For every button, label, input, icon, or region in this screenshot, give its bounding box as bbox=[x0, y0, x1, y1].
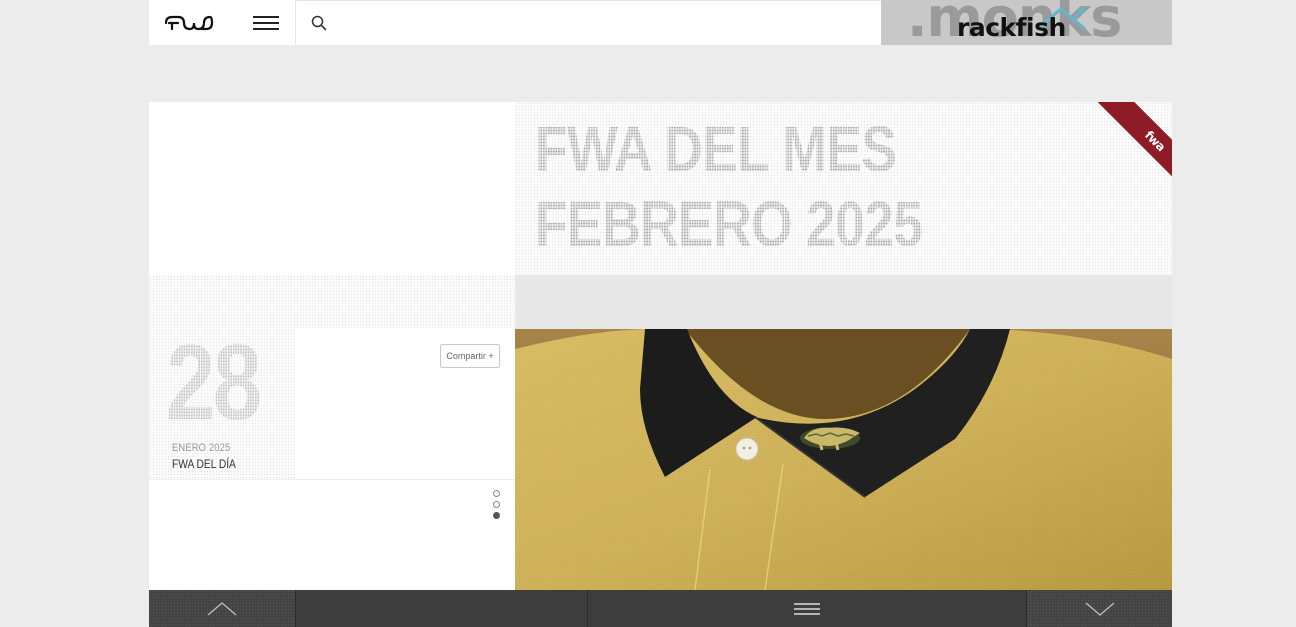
pager-dot-active[interactable] bbox=[493, 512, 500, 519]
top-bar: .monks rackfish bbox=[149, 0, 1172, 45]
pager-dot[interactable] bbox=[493, 490, 500, 497]
next-button[interactable] bbox=[1027, 590, 1172, 627]
menu-toggle-button[interactable] bbox=[588, 590, 1027, 627]
search-icon[interactable] bbox=[311, 15, 327, 31]
gray-strip bbox=[515, 275, 1172, 329]
fwa-logo-icon[interactable] bbox=[164, 15, 214, 31]
polo-shirt-illustration bbox=[515, 329, 1172, 590]
logo-cell bbox=[149, 0, 296, 45]
hamburger-icon[interactable] bbox=[253, 15, 279, 30]
hamburger-icon bbox=[794, 602, 820, 615]
bottom-bar-spacer bbox=[296, 590, 588, 627]
slide-pager bbox=[493, 490, 500, 519]
search-input[interactable] bbox=[337, 3, 881, 43]
search-bar bbox=[296, 0, 881, 45]
ribbon-logo-icon: fwa bbox=[1141, 127, 1169, 155]
feature-title-area: FWA DEL MES FEBRERO 2025 fwa bbox=[515, 102, 1172, 275]
hero-image[interactable] bbox=[515, 329, 1172, 590]
day-label: FWA DEL DÍA bbox=[172, 457, 236, 471]
share-button[interactable]: Compartir + bbox=[440, 344, 500, 368]
share-cell: Compartir + bbox=[295, 328, 515, 479]
left-top-panel bbox=[149, 102, 515, 275]
bottom-bar bbox=[149, 590, 1172, 627]
feature-title-line-1: FWA DEL MES bbox=[535, 113, 897, 185]
pager-dot[interactable] bbox=[493, 501, 500, 508]
chevron-up-icon bbox=[207, 601, 237, 616]
day-month: ENERO 2025 bbox=[172, 442, 231, 454]
pager-cell bbox=[149, 479, 515, 590]
sponsor-banner[interactable]: .monks rackfish bbox=[881, 0, 1172, 45]
previous-button[interactable] bbox=[149, 590, 296, 627]
banner-foreground-text: rackfish bbox=[957, 13, 1066, 42]
day-number: 28 bbox=[166, 321, 262, 442]
fwa-ribbon: fwa bbox=[1084, 102, 1172, 190]
chevron-down-icon bbox=[1085, 601, 1114, 616]
feature-title-line-2: FEBRERO 2025 bbox=[535, 188, 923, 260]
